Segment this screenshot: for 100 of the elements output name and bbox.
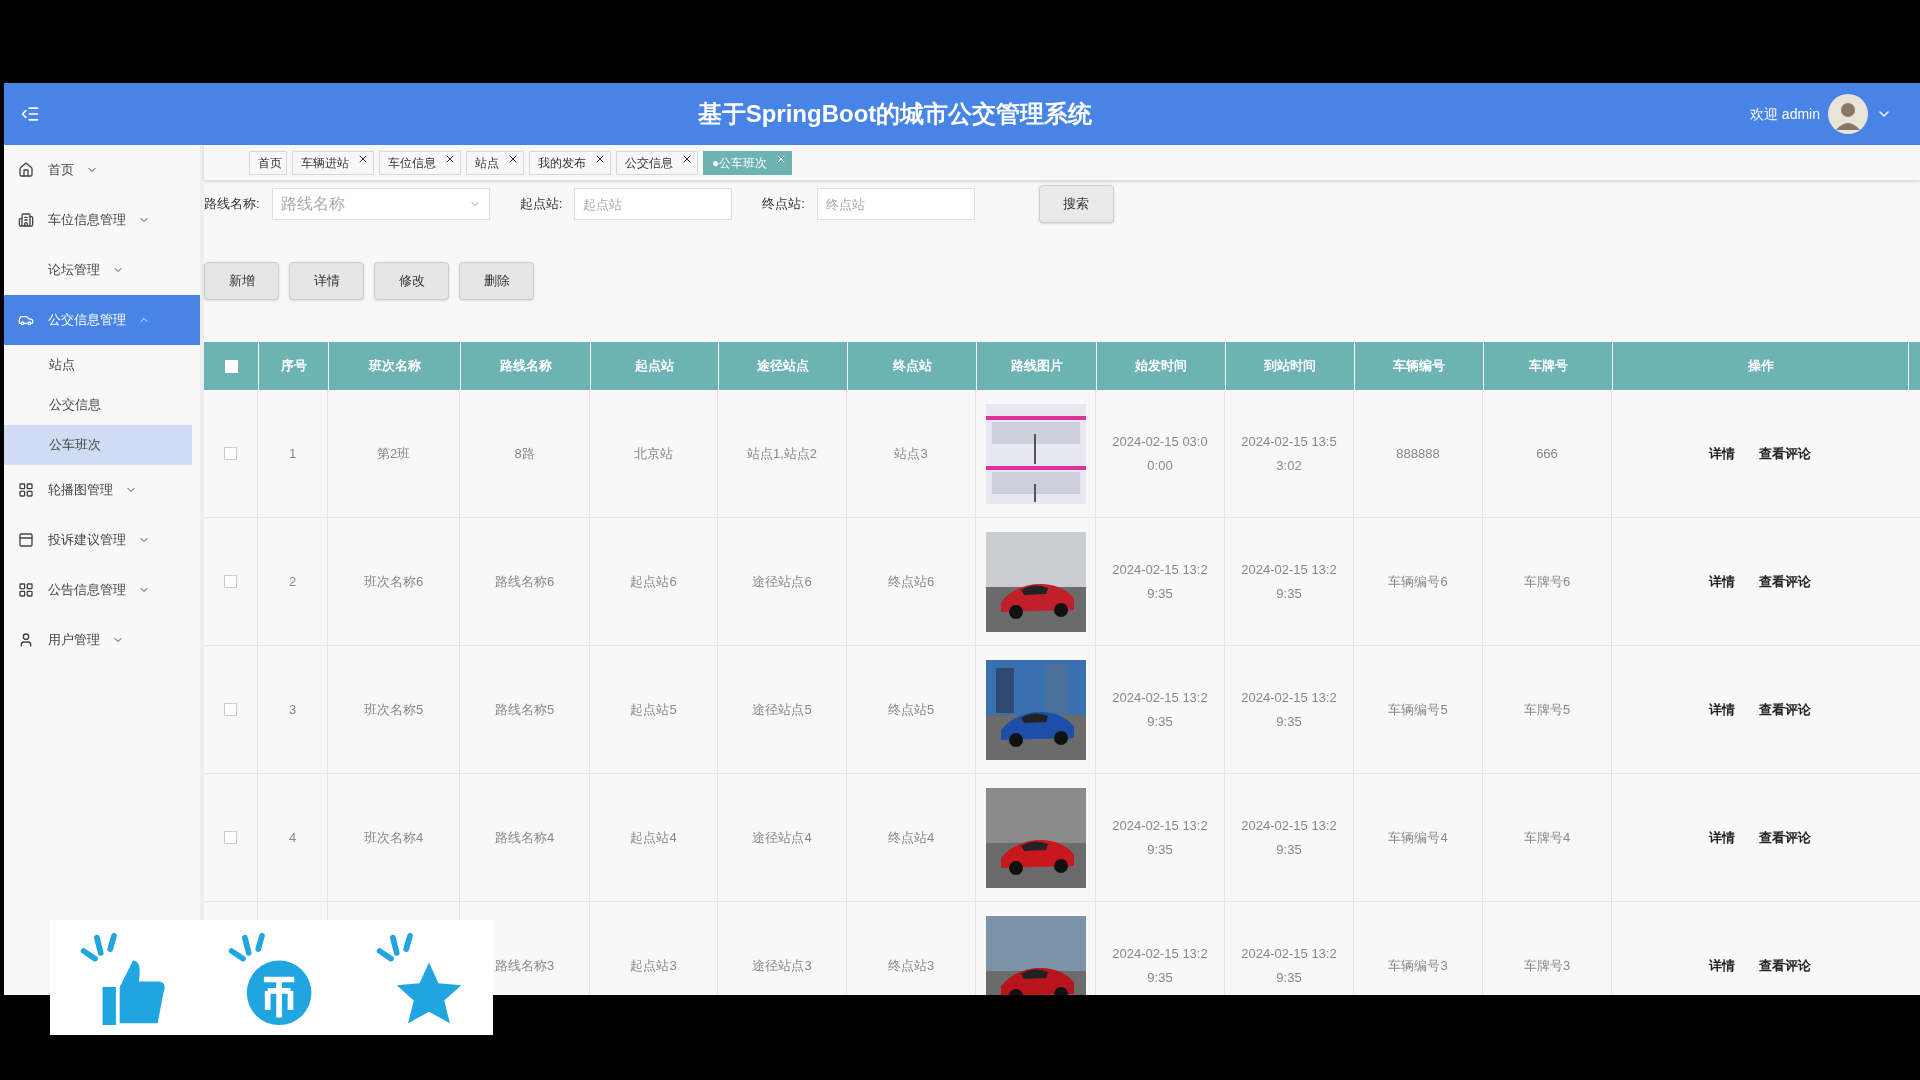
column-header: 车辆编号 (1355, 342, 1484, 390)
row-link[interactable]: 查看评论 (1759, 827, 1811, 848)
sidebar-label: 投诉建议管理 (48, 531, 126, 550)
column-header: 途径站点 (719, 342, 848, 390)
table-cell-text: 2024-02-15 13:2 9:35 (1112, 688, 1208, 731)
sidebar-label: 首页 (48, 161, 74, 180)
sidebar-item[interactable]: 投诉建议管理 (4, 515, 200, 565)
column-header: 车牌号 (1484, 342, 1613, 390)
row-checkbox[interactable] (224, 447, 237, 460)
sidebar-subitem[interactable]: 站点 (4, 345, 192, 385)
row-link[interactable]: 详情 (1709, 699, 1735, 720)
field-label: 路线名称: (204, 195, 260, 214)
table-cell-text: 终点站5 (887, 700, 935, 719)
table-cell-text: 路线名称4 (494, 828, 555, 847)
tab[interactable]: 车辆进站 (292, 150, 374, 175)
select-all-checkbox[interactable] (225, 359, 238, 373)
table-cell-text: 路线名称3 (494, 956, 555, 975)
table-cell-text: 起点站5 (630, 700, 677, 719)
table-cell-text: 车辆编号4 (1388, 828, 1448, 847)
row-link[interactable]: 查看评论 (1759, 955, 1811, 976)
row-checkbox[interactable] (224, 575, 237, 588)
table-cell-text: 车牌号6 (1523, 572, 1571, 591)
sidebar-item[interactable]: 轮播图管理 (4, 465, 200, 515)
table-cell-text: 终点站4 (887, 828, 935, 847)
row-link[interactable]: 详情 (1709, 571, 1735, 592)
action-button[interactable]: 删除 (459, 262, 534, 300)
table-cell-text: 车牌号4 (1523, 828, 1571, 847)
column-header: 始发时间 (1097, 342, 1226, 390)
avatar-icon[interactable] (1828, 94, 1868, 134)
table-cell-text: 途径站点5 (752, 700, 812, 719)
user-icon (18, 632, 34, 648)
table-cell-text: 终点站6 (887, 572, 935, 591)
table-cell-text: 666 (1536, 444, 1558, 463)
table-cell-text: 北京站 (634, 444, 673, 463)
tab[interactable]: 车位信息 (379, 150, 461, 175)
building-icon (18, 212, 34, 228)
row-checkbox[interactable] (224, 703, 237, 716)
table-cell-text: 8路 (514, 444, 535, 463)
table-cell-text: 车辆编号6 (1388, 572, 1448, 591)
row-link[interactable]: 详情 (1709, 827, 1735, 848)
table-cell-text: 车辆编号5 (1388, 700, 1448, 719)
action-button[interactable]: 修改 (374, 262, 449, 300)
table-cell-text: 途径站点6 (752, 572, 812, 591)
table-cell-text: 888888 (1396, 444, 1440, 463)
sidebar-label: 公告信息管理 (48, 581, 126, 600)
column-header: 操作 (1613, 342, 1909, 390)
row-link[interactable]: 查看评论 (1759, 571, 1811, 592)
row-link[interactable]: 查看评论 (1759, 699, 1811, 720)
search-field[interactable]: 终点站 (816, 188, 975, 220)
search-button[interactable]: 搜索 (1038, 185, 1114, 223)
field-label: 起点站: (519, 195, 563, 214)
sidebar-item[interactable]: 公告信息管理 (4, 565, 200, 615)
field-label: 终点站: (762, 195, 805, 214)
search-field[interactable]: 起点站 (574, 188, 733, 220)
table-cell-text: 班次名称4 (363, 828, 424, 847)
column-header: 路线名称 (461, 342, 591, 390)
sidebar-label: 用户管理 (48, 631, 100, 650)
sidebar-label: 公交信息管理 (48, 311, 126, 330)
table-cell-text: 2024-02-15 13:2 9:35 (1112, 944, 1208, 987)
column-header: 路线图片 (977, 342, 1097, 390)
sidebar-subitem[interactable]: 公交信息 (4, 385, 192, 425)
table-cell-text: 2024-02-15 13:2 9:35 (1112, 816, 1208, 859)
table-cell-text: 2024-02-15 13:2 9:35 (1112, 560, 1208, 603)
tab[interactable]: 站点 (466, 150, 524, 175)
table-cell-text: 班次名称6 (363, 572, 424, 591)
column-header: 序号 (259, 342, 329, 390)
sidebar-item[interactable]: 论坛管理 (4, 245, 200, 295)
table-cell-text: 车牌号5 (1523, 700, 1571, 719)
row-link[interactable]: 详情 (1709, 955, 1735, 976)
table-cell-text: 途径站点4 (752, 828, 812, 847)
tab[interactable]: 我的发布 (529, 150, 611, 175)
menu-icon[interactable] (20, 104, 40, 124)
welcome-text: 欢迎 admin (1749, 104, 1820, 124)
sidebar-item[interactable]: 车位信息管理 (4, 195, 200, 245)
row-checkbox[interactable] (224, 831, 237, 844)
table-cell-text: 路线名称6 (494, 572, 555, 591)
table-cell-text: 终点站3 (887, 956, 935, 975)
sidebar-label: 轮播图管理 (48, 481, 113, 500)
table-cell-text: 起点站4 (630, 828, 677, 847)
table-cell-text: 2024-02-15 13:2 9:35 (1241, 560, 1337, 603)
grid-icon (18, 482, 34, 498)
table-cell-text: 2024-02-15 03:0 0:00 (1112, 432, 1208, 475)
column-header: 终点站 (848, 342, 977, 390)
sidebar-item[interactable]: 用户管理 (4, 615, 200, 665)
table-cell-text: 4 (288, 828, 297, 847)
sidebar-subitem[interactable]: 公车班次 (4, 425, 192, 465)
row-link[interactable]: 详情 (1709, 443, 1735, 464)
action-button[interactable]: 详情 (289, 262, 364, 300)
table-cell-text: 2024-02-15 13:2 9:35 (1241, 816, 1337, 859)
tab[interactable]: 首页 (249, 150, 287, 175)
table-cell-text: 起点站3 (630, 956, 677, 975)
sidebar-item[interactable]: 公交信息管理 (4, 295, 200, 345)
table-cell-text: 1 (288, 444, 297, 463)
table-cell-text: 班次名称5 (363, 700, 424, 719)
tab[interactable]: 公交信息 (616, 150, 698, 175)
table-cell-text: 2024-02-15 13:2 9:35 (1241, 944, 1337, 987)
row-link[interactable]: 查看评论 (1759, 443, 1811, 464)
table-cell-text: 2024-02-15 13:5 3:02 (1241, 432, 1337, 475)
action-button[interactable]: 新增 (204, 262, 279, 300)
sidebar-item[interactable]: 首页 (4, 145, 200, 195)
